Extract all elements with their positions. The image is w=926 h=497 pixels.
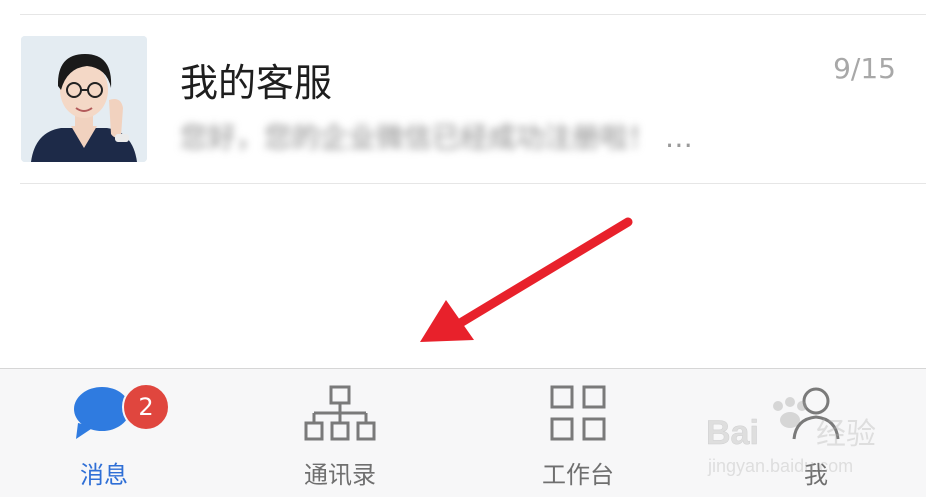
tab-me[interactable]: 我 <box>746 369 886 497</box>
grid-icon <box>548 383 608 447</box>
tab-label-me: 我 <box>804 461 828 489</box>
tab-label-contacts: 通讯录 <box>304 461 376 489</box>
bottom-tab-bar: 2 消息 通讯录 工作台 我 <box>0 368 926 497</box>
tab-label-workbench: 工作台 <box>542 461 614 489</box>
tab-messages[interactable]: 2 消息 <box>34 369 174 497</box>
person-icon <box>786 383 846 447</box>
tab-workbench[interactable]: 工作台 <box>508 369 648 497</box>
org-chart-icon <box>304 383 376 447</box>
tab-contacts[interactable]: 通讯录 <box>270 369 410 497</box>
unread-badge: 2 <box>122 383 170 431</box>
tab-label-messages: 消息 <box>80 461 128 489</box>
